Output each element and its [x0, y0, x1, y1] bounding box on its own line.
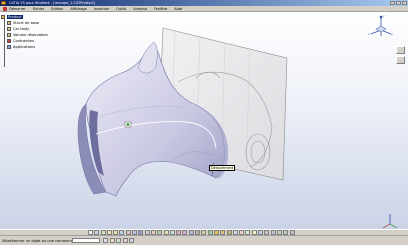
close-button[interactable]: [402, 1, 407, 5]
3d-viewport[interactable]: Product Struct de base Car body Volume r…: [0, 12, 408, 234]
compass-x-label: x: [368, 32, 370, 36]
menu-affichage[interactable]: Affichage: [70, 7, 86, 11]
status-tool-icon[interactable]: [116, 238, 121, 243]
catia-app-icon: [1, 1, 6, 5]
status-tool-icon[interactable]: [109, 238, 115, 243]
status-tool-icon[interactable]: [122, 238, 128, 243]
right-toolbar: [396, 46, 406, 64]
document-menu-icon[interactable]: [3, 6, 7, 11]
menu-outils[interactable]: Outils: [116, 7, 126, 11]
command-input[interactable]: [72, 238, 100, 243]
tree-node-applications[interactable]: Applications: [1, 44, 71, 50]
minimize-button[interactable]: [390, 1, 395, 5]
product-icon: [1, 15, 5, 19]
menu-insertion[interactable]: Insertion: [94, 7, 109, 11]
part-icon: [7, 27, 11, 31]
status-bar: Sélectionner un objet ou une commande: [0, 235, 408, 245]
top-fin: [137, 41, 158, 74]
menu-fenetre[interactable]: Fenêtre: [154, 7, 167, 11]
status-message: Sélectionner un objet ou une commande: [2, 238, 76, 243]
menu-edition[interactable]: Edition: [51, 7, 63, 11]
compass-graphic: [370, 15, 392, 36]
compass-y-label: y: [391, 32, 393, 36]
toolbar-tool-icon[interactable]: [396, 56, 405, 64]
status-tool-icon[interactable]: [129, 238, 134, 243]
compass-z-label: z: [383, 14, 385, 18]
part-icon: [7, 33, 11, 37]
marker-dot: [126, 123, 130, 126]
compass-icon[interactable]: z x y: [368, 14, 394, 40]
window-controls: [390, 1, 407, 5]
toolbar-tool-icon[interactable]: [396, 46, 405, 54]
window-title: CATIA V5 pour étudiant - [rescope_1.CATP…: [9, 1, 95, 5]
constraints-icon: [7, 39, 11, 43]
maximize-button[interactable]: [396, 1, 401, 5]
menu-fichier[interactable]: Fichier: [33, 7, 44, 11]
axis-triad-icon: [382, 214, 398, 229]
menu-aide[interactable]: Aide: [174, 7, 182, 11]
tooltip: Déroulement: [209, 165, 236, 171]
status-tool-icon[interactable]: [103, 238, 108, 243]
menu-demarrer[interactable]: Démarrer: [9, 7, 26, 11]
specification-tree: Product Struct de base Car body Volume r…: [1, 14, 71, 67]
menu-analyse[interactable]: Analyse: [133, 7, 147, 11]
status-icons: [103, 238, 134, 243]
applications-icon: [7, 45, 11, 49]
part-icon: [7, 21, 11, 25]
